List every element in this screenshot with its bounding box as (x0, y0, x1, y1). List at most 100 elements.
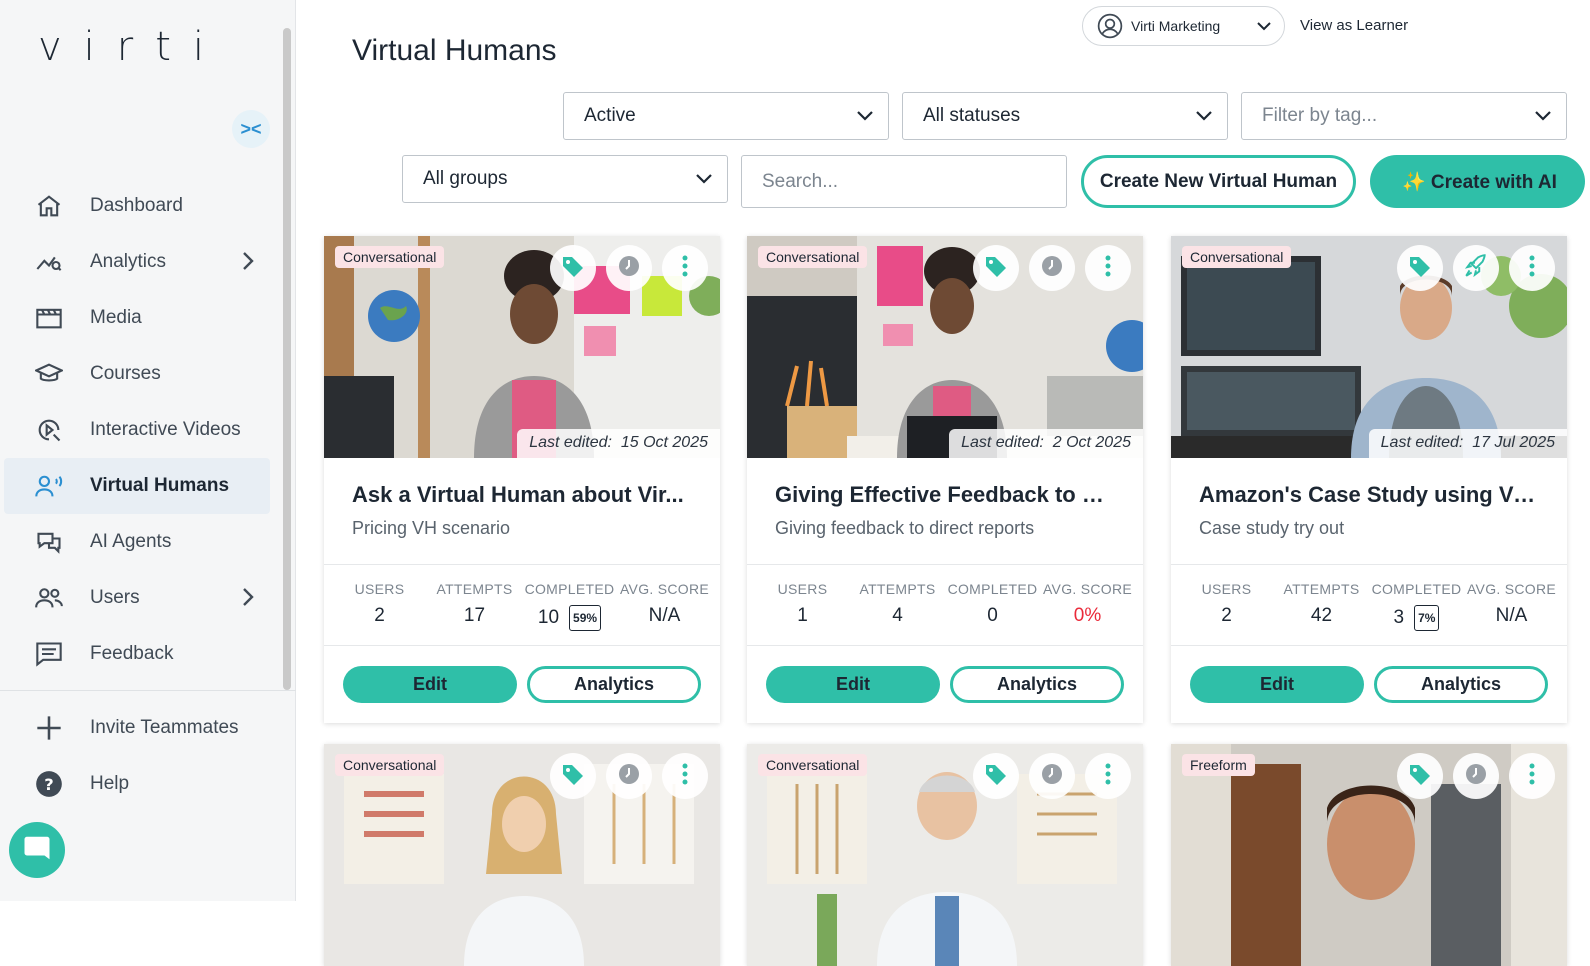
card-thumbnail[interactable]: Conversational Last edited: 15 Oct 2025 (324, 236, 720, 458)
collapse-sidebar-button[interactable]: >< (232, 110, 270, 148)
sidebar-item-label: Interactive Videos (90, 419, 241, 440)
chat-icon (22, 833, 52, 868)
media-icon (34, 303, 64, 333)
card-thumbnail[interactable]: Conversational (324, 744, 720, 966)
clock-icon (1464, 762, 1488, 791)
chat-support-button[interactable] (9, 822, 65, 878)
chevron-down-icon (1534, 108, 1552, 130)
more-options-button[interactable] (1085, 753, 1131, 799)
card-thumbnail[interactable]: Freeform (1171, 744, 1567, 966)
tag-button[interactable] (973, 753, 1019, 799)
tag-button[interactable] (550, 245, 596, 291)
sidebar-scrollbar[interactable] (283, 28, 291, 690)
tag-button[interactable] (1397, 753, 1443, 799)
tag-button[interactable] (973, 245, 1019, 291)
tag-icon (561, 762, 585, 791)
tag-icon (561, 254, 585, 283)
card-title: Giving Effective Feedback to D... (775, 482, 1117, 507)
sidebar-item-label: Courses (90, 363, 161, 384)
account-selector[interactable]: Virti Marketing (1082, 6, 1285, 46)
analytics-button[interactable]: Analytics (949, 666, 1124, 703)
create-with-ai-button[interactable]: ✨ Create with AI (1370, 155, 1585, 208)
sidebar-item-users[interactable]: Users (4, 570, 270, 626)
view-as-learner-link[interactable]: View as Learner (1300, 17, 1408, 34)
status-button[interactable] (1029, 753, 1075, 799)
group-filter-dropdown[interactable]: All groups (402, 155, 728, 203)
virtual-human-card[interactable]: Conversational (747, 744, 1143, 966)
attempts-stat: ATTEMPTS 4 (859, 581, 936, 626)
virtual-human-card[interactable]: Conversational Last edited: 17 Jul 2025 … (1171, 236, 1567, 723)
sidebar-item-feedback[interactable]: Feedback (4, 626, 270, 682)
sidebar-item-label: Feedback (90, 643, 174, 664)
tag-button[interactable] (550, 753, 596, 799)
card-subtitle: Pricing VH scenario (352, 518, 511, 538)
kebab-menu-icon (1529, 255, 1535, 282)
sidebar-divider (0, 690, 296, 691)
card-thumbnail[interactable]: Conversational (747, 744, 1143, 966)
more-options-button[interactable] (1085, 245, 1131, 291)
tag-icon (984, 254, 1008, 283)
virtual-human-card[interactable]: Freeform (1171, 744, 1567, 966)
card-thumbnail[interactable]: Conversational Last edited: 2 Oct 2025 (747, 236, 1143, 458)
sidebar-item-label: Help (90, 773, 130, 794)
virti-logo[interactable]: virti (38, 24, 226, 70)
status-button[interactable] (1029, 245, 1075, 291)
virtual-human-card[interactable]: Conversational Last edited: 15 Oct 2025 … (324, 236, 720, 723)
edit-button[interactable]: Edit (766, 666, 940, 703)
create-new-virtual-human-button[interactable]: Create New Virtual Human (1081, 155, 1356, 208)
page-title: Virtual Humans (352, 34, 557, 67)
clock-icon (1040, 762, 1064, 791)
active-filter-value: Active (584, 105, 636, 126)
tag-filter-dropdown[interactable]: Filter by tag... (1241, 92, 1567, 140)
sidebar-item-dashboard[interactable]: Dashboard (4, 178, 270, 234)
virtual-human-card[interactable]: Conversational Last edited: 2 Oct 2025 G… (747, 236, 1143, 723)
card-subtitle: Case study try out (1199, 518, 1345, 538)
sidebar-item-courses[interactable]: Courses (4, 346, 270, 402)
card-title: Ask a Virtual Human about Vir... (352, 482, 684, 507)
status-button[interactable] (606, 245, 652, 291)
analytics-button[interactable]: Analytics (526, 666, 701, 703)
more-options-button[interactable] (1509, 753, 1555, 799)
sidebar-item-media[interactable]: Media (4, 290, 270, 346)
home-icon (34, 191, 64, 221)
sidebar-item-interactive-videos[interactable]: Interactive Videos (4, 402, 270, 458)
edit-button[interactable]: Edit (343, 666, 517, 703)
sidebar-item-ai-agents[interactable]: AI Agents (4, 514, 270, 570)
kebab-menu-icon (1105, 255, 1111, 282)
status-filter-dropdown[interactable]: All statuses (902, 92, 1228, 140)
active-filter-dropdown[interactable]: Active (563, 92, 889, 140)
help-button[interactable]: ? Help (4, 756, 270, 812)
chevron-down-icon (695, 171, 713, 193)
kebab-menu-icon (682, 255, 688, 282)
sidebar-item-analytics[interactable]: Analytics (4, 234, 270, 290)
search-input[interactable] (741, 155, 1067, 208)
invite-teammates-button[interactable]: Invite Teammates (4, 700, 270, 756)
more-options-button[interactable] (662, 245, 708, 291)
chevron-down-icon (1256, 19, 1272, 38)
courses-icon (34, 359, 64, 389)
card-stats: USERS 2 ATTEMPTS 17 COMPLETED 10 59% AVG. SC… (324, 564, 720, 646)
card-subtitle: Giving feedback to direct reports (775, 518, 1035, 538)
card-stats: USERS 2 ATTEMPTS 42 COMPLETED 3 7% AVG. SCOR… (1171, 564, 1567, 646)
sidebar-item-label: Dashboard (90, 195, 183, 216)
status-button[interactable] (1453, 245, 1499, 291)
clinic-scene-image (747, 744, 1143, 966)
tag-button[interactable] (1397, 245, 1443, 291)
virtual-human-icon (34, 471, 64, 501)
analytics-button[interactable]: Analytics (1373, 666, 1548, 703)
card-thumbnail[interactable]: Conversational Last edited: 17 Jul 2025 (1171, 236, 1567, 458)
edit-button[interactable]: Edit (1190, 666, 1364, 703)
virtual-human-card[interactable]: Conversational (324, 744, 720, 966)
tag-icon (1408, 254, 1432, 283)
status-button[interactable] (1453, 753, 1499, 799)
status-button[interactable] (606, 753, 652, 799)
users-icon (34, 583, 64, 613)
more-options-button[interactable] (662, 753, 708, 799)
last-edited-label: Last edited: 17 Jul 2025 (1368, 429, 1567, 458)
tag-icon (1408, 762, 1432, 791)
users-stat: USERS 2 (1201, 581, 1252, 626)
more-options-button[interactable] (1509, 245, 1555, 291)
sidebar-item-virtual-humans[interactable]: Virtual Humans (4, 458, 270, 514)
sidebar-item-label: AI Agents (90, 531, 172, 552)
avg-score-stat: AVG. SCORE N/A (1466, 581, 1557, 626)
